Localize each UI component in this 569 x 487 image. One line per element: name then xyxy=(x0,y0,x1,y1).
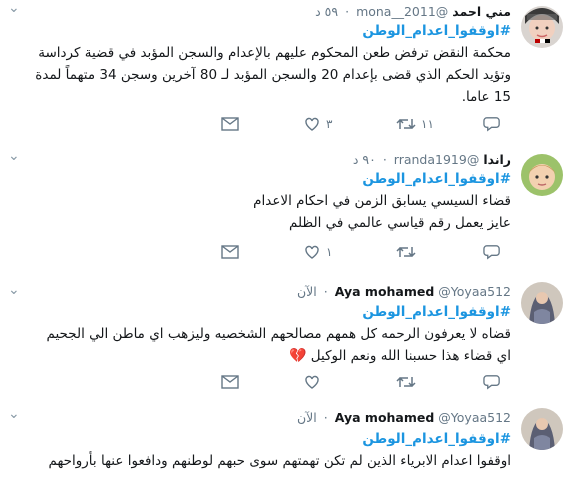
tweet-line: عايز يعمل رقم قياسي عالمي في الظلم xyxy=(288,215,511,231)
tweet-text: #اوقفوا_اعدام_الوطن قضاه لا يعرفون الرحم… xyxy=(47,301,512,367)
heart-icon xyxy=(305,117,319,131)
display-name[interactable]: راندا xyxy=(483,152,511,167)
tweet-header: مني احمد @mona__2011 · ٥٩ د xyxy=(315,4,511,19)
broken-heart-icon: 💔 xyxy=(289,348,307,364)
heart-icon xyxy=(305,375,319,389)
hashtag-link[interactable]: #اوقفوا_اعدام_الوطن xyxy=(35,20,511,42)
tweet-line: اوقفوا اعدام الابرياء الذين لم تكن تهمته… xyxy=(48,453,511,469)
message-button[interactable] xyxy=(221,242,239,262)
reply-button[interactable] xyxy=(483,242,506,262)
username[interactable]: @Yoyaa512 xyxy=(438,284,511,299)
hashtag-link[interactable]: #اوقفوا_اعدام_الوطن xyxy=(253,168,511,190)
chevron-down-icon[interactable]: ⌄ xyxy=(8,149,20,163)
avatar[interactable] xyxy=(521,282,563,324)
tweet-actions xyxy=(221,372,511,392)
like-button[interactable]: ٣ xyxy=(303,114,332,134)
username[interactable]: @mona__2011 xyxy=(356,4,448,19)
retweet-count: ١١ xyxy=(421,117,434,131)
envelope-icon xyxy=(221,117,239,131)
message-button[interactable] xyxy=(221,114,239,134)
reply-button[interactable] xyxy=(483,114,506,134)
like-button[interactable] xyxy=(303,372,326,392)
chevron-down-icon[interactable]: ⌄ xyxy=(8,1,20,15)
tweet-line: قضاء السيسي يسابق الزمن في احكام الاعدام xyxy=(253,193,511,209)
retweet-icon xyxy=(396,376,416,388)
retweet-button[interactable] xyxy=(396,372,421,392)
tweet-line: وتؤيد الحكم الذي قضى بإعدام 20 والسجن ال… xyxy=(35,67,511,83)
tweet[interactable]: ⌄ مني احمد @mona__2011 · ٥٩ د #اوقفوا_اع… xyxy=(0,0,569,149)
tweet-header: Aya mohamed @Yoyaa512 · الآن xyxy=(297,410,511,425)
tweet-text: #اوقفوا_اعدام_الوطن محكمة النقض ترفض طعن… xyxy=(35,20,511,108)
heart-icon xyxy=(305,245,319,259)
retweet-button[interactable]: ١١ xyxy=(396,114,434,134)
timestamp[interactable]: ٥٩ د xyxy=(315,4,338,19)
avatar[interactable] xyxy=(521,154,563,196)
envelope-icon xyxy=(221,245,239,259)
timestamp[interactable]: الآن xyxy=(297,284,317,299)
retweet-button[interactable] xyxy=(396,242,421,262)
tweet-line: محكمة النقض ترفض طعن المحكوم عليهم بالإع… xyxy=(38,45,511,61)
retweet-icon xyxy=(396,246,416,258)
tweet[interactable]: ⌄ Aya mohamed @Yoyaa512 · الآن #اوقفوا_ا… xyxy=(0,400,569,487)
reply-icon xyxy=(483,117,500,132)
tweet-actions: ١ xyxy=(221,242,511,262)
username[interactable]: @rranda1919 xyxy=(394,152,480,167)
display-name[interactable]: Aya mohamed xyxy=(335,410,435,425)
reply-icon xyxy=(483,245,500,260)
tweet-line: 15 عاما. xyxy=(461,89,511,105)
chevron-down-icon[interactable]: ⌄ xyxy=(8,283,20,297)
tweet[interactable]: ⌄ Aya mohamed @Yoyaa512 · الآن #اوقفوا_ا… xyxy=(0,268,569,401)
display-name[interactable]: مني احمد xyxy=(452,4,511,19)
username[interactable]: @Yoyaa512 xyxy=(438,410,511,425)
tweet-header: Aya mohamed @Yoyaa512 · الآن xyxy=(297,284,511,299)
tweet-line: اي قضاء هذا حسبنا الله ونعم الوكيل 💔 xyxy=(289,348,511,364)
tweet-actions: ١١ ٣ xyxy=(221,114,511,134)
message-button[interactable] xyxy=(221,372,239,392)
tweet[interactable]: ⌄ راندا @rranda1919 · ٩٠ د #اوقفوا_اعدام… xyxy=(0,148,569,269)
tweet-text: #اوقفوا_اعدام_الوطن اوقفوا اعدام الابريا… xyxy=(48,428,511,472)
tweet-header: راندا @rranda1919 · ٩٠ د xyxy=(352,152,511,167)
like-count: ٣ xyxy=(326,117,333,131)
hashtag-link[interactable]: #اوقفوا_اعدام_الوطن xyxy=(48,428,511,450)
like-button[interactable]: ١ xyxy=(303,242,332,262)
envelope-icon xyxy=(221,375,239,389)
timestamp[interactable]: ٩٠ د xyxy=(353,152,376,167)
avatar[interactable] xyxy=(521,408,563,450)
timestamp[interactable]: الآن xyxy=(297,410,317,425)
display-name[interactable]: Aya mohamed xyxy=(335,284,435,299)
chevron-down-icon[interactable]: ⌄ xyxy=(8,407,20,421)
hashtag-link[interactable]: #اوقفوا_اعدام_الوطن xyxy=(47,301,511,323)
avatar[interactable] xyxy=(521,6,563,48)
tweet-text: #اوقفوا_اعدام_الوطن قضاء السيسي يسابق ال… xyxy=(253,168,511,234)
like-count: ١ xyxy=(326,245,333,259)
retweet-icon xyxy=(396,118,416,130)
reply-button[interactable] xyxy=(483,372,506,392)
tweet-line: قضاه لا يعرفون الرحمه كل همهم مصالحهم ال… xyxy=(46,326,512,342)
reply-icon xyxy=(483,375,500,390)
